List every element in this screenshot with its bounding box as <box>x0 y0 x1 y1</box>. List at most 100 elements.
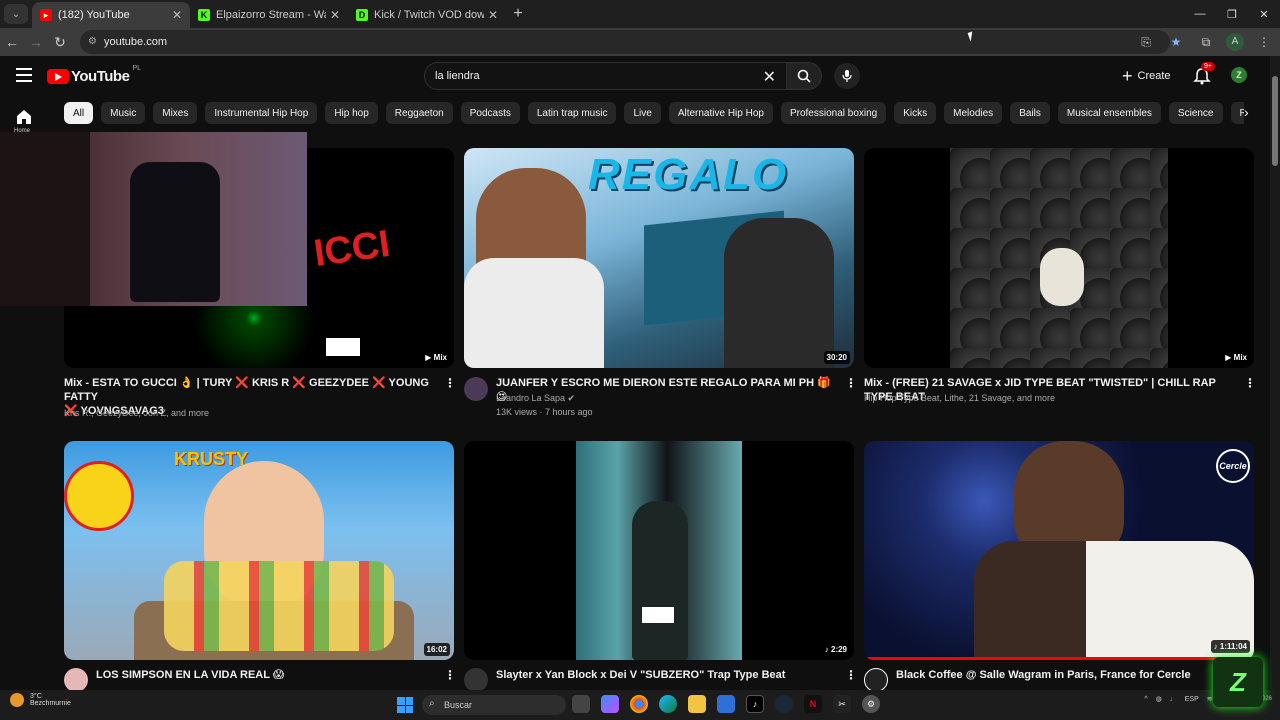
input-language[interactable]: ESP <box>1185 696 1199 703</box>
filter-chip[interactable]: Mixes <box>153 102 198 124</box>
video-title[interactable]: Slayter x Yan Block x Dei V "SUBZERO" Tr… <box>496 668 836 682</box>
account-avatar[interactable]: Z <box>1231 67 1247 83</box>
create-label: Create <box>1137 70 1171 82</box>
more-options-icon[interactable]: ⋮ <box>444 376 456 390</box>
tiktok-icon[interactable]: ♪ <box>746 695 764 713</box>
wifi-icon[interactable]: ≋ <box>1207 695 1213 703</box>
hamburger-menu-icon[interactable] <box>16 68 32 82</box>
back-icon[interactable]: ← <box>0 30 24 54</box>
taskbar-search-field[interactable]: ⌕ Buscar <box>422 695 566 715</box>
filter-chip[interactable]: Alternative Hip Hop <box>668 102 773 124</box>
page-scrollbar[interactable] <box>1270 56 1280 690</box>
voice-search-button[interactable] <box>834 63 860 89</box>
task-view-icon[interactable] <box>572 695 590 713</box>
gaming-chair-image <box>130 162 220 302</box>
video-thumbnail[interactable]: ▶ Mix <box>864 148 1254 368</box>
video-thumbnail[interactable]: ♪ 2:29 <box>464 441 854 660</box>
tab-search-button[interactable]: ⌄ <box>4 4 28 24</box>
filter-chip[interactable]: Podcasts <box>460 102 520 124</box>
home-icon[interactable] <box>15 108 33 126</box>
capcut-icon[interactable]: ✂ <box>833 695 851 713</box>
channel-avatar[interactable] <box>464 377 488 401</box>
copilot-icon[interactable] <box>601 695 619 713</box>
video-meta: Hip Hop Type Beat, Lithe, 21 Savage, and… <box>864 393 1055 403</box>
filter-chip[interactable]: All <box>64 102 94 124</box>
store-icon[interactable] <box>717 695 735 713</box>
channel-avatar[interactable] <box>464 668 488 692</box>
create-button[interactable]: + Create <box>1122 63 1178 89</box>
tab-title: (182) YouTube <box>58 9 130 21</box>
windows-start-icon[interactable] <box>397 697 413 713</box>
simpsons-family-image <box>164 561 394 651</box>
filter-chip[interactable]: Instrumental Hip Hop <box>205 102 318 124</box>
edge-icon[interactable] <box>659 695 677 713</box>
extensions-icon[interactable]: ⧉ <box>1196 35 1216 50</box>
video-thumbnail[interactable]: Cercle ♪ 1:11:04 <box>864 441 1254 660</box>
steam-icon[interactable] <box>775 695 793 713</box>
parental-advisory-icon <box>326 338 360 356</box>
ride-sign-image <box>64 461 134 531</box>
close-tab-icon[interactable]: ✕ <box>172 8 182 22</box>
filter-chip[interactable]: Hip hop <box>325 102 378 124</box>
close-tab-icon[interactable]: ✕ <box>488 8 498 22</box>
youtube-logo[interactable]: YouTube PL <box>47 65 141 85</box>
filter-chip[interactable]: Live <box>624 102 661 124</box>
filter-chip[interactable]: Kicks <box>894 102 937 124</box>
minimize-icon[interactable]: — <box>1184 0 1216 28</box>
close-window-icon[interactable]: ✕ <box>1248 0 1280 28</box>
settings-icon[interactable]: ⚙ <box>862 695 880 713</box>
channel-name[interactable]: Leandro La Sapa ✔ <box>496 391 575 405</box>
close-tab-icon[interactable]: ✕ <box>330 8 340 22</box>
filter-chip[interactable]: Recently uploaded <box>1230 102 1244 124</box>
url-field[interactable]: ⚙ youtube.com <box>80 30 1170 54</box>
cercle-logo: Cercle <box>1216 449 1250 483</box>
maximize-icon[interactable]: ❐ <box>1216 0 1248 28</box>
weather-desc: Bezchmurnie <box>30 700 71 707</box>
microphone-icon[interactable]: ♩ <box>1170 696 1177 703</box>
chevron-up-icon[interactable]: ^ <box>1144 696 1147 703</box>
filter-chip[interactable]: Bails <box>1010 102 1050 124</box>
more-options-icon[interactable]: ⋮ <box>845 668 857 682</box>
tab-youtube[interactable]: ▸ (182) YouTube ✕ <box>32 2 190 28</box>
search-button[interactable] <box>786 62 822 90</box>
video-thumbnail[interactable]: REGALO 30:20 <box>464 148 854 368</box>
video-title[interactable]: LOS SIMPSON EN LA VIDA REAL 😱 <box>96 668 436 682</box>
filter-chip[interactable]: Musical ensembles <box>1057 102 1161 124</box>
filter-chip[interactable]: Reggaeton <box>385 102 453 124</box>
netflix-icon[interactable]: N <box>804 695 822 713</box>
filter-chip[interactable]: Latin trap music <box>527 102 617 124</box>
clear-search-icon[interactable]: ✕ <box>763 67 776 87</box>
new-tab-button[interactable]: + <box>506 2 530 26</box>
filter-chip[interactable]: Melodies <box>944 102 1003 124</box>
reload-icon[interactable]: ↻ <box>48 30 72 54</box>
browser-menu-icon[interactable]: ⋮ <box>1254 35 1274 49</box>
more-options-icon[interactable]: ⋮ <box>845 376 857 390</box>
profile-avatar[interactable]: A <box>1226 33 1244 51</box>
url-text: youtube.com <box>104 36 167 48</box>
filter-chip[interactable]: Music <box>101 102 146 124</box>
filter-chip[interactable]: Science <box>1168 102 1223 124</box>
chrome-icon[interactable] <box>630 695 648 713</box>
white-sheep-image <box>1040 248 1084 306</box>
channel-avatar[interactable] <box>64 668 88 692</box>
tab-kick-stream[interactable]: K Elpaizorro Stream - Watch Live ✕ <box>190 2 348 28</box>
search-input[interactable]: la liendra ✕ <box>424 62 786 90</box>
browser-tab-bar: ⌄ ▸ (182) YouTube ✕ K Elpaizorro Stream … <box>0 0 1280 28</box>
video-title[interactable]: Black Coffee @ Salle Wagram in Paris, Fr… <box>896 668 1236 682</box>
more-options-icon[interactable]: ⋮ <box>444 668 456 682</box>
logo-text: YouTube <box>71 68 130 85</box>
filter-chip[interactable]: Professional boxing <box>780 102 887 124</box>
bookmark-star-icon[interactable]: ★ <box>1166 35 1186 49</box>
forward-icon[interactable]: → <box>24 30 48 54</box>
weather-widget[interactable]: 3°C Bezchmurnie <box>10 693 71 707</box>
install-app-icon[interactable]: ⎘ <box>1136 35 1156 50</box>
chevron-right-icon[interactable]: › <box>1244 104 1249 120</box>
site-info-icon[interactable]: ⚙ <box>88 36 97 47</box>
more-options-icon[interactable]: ⋮ <box>1244 376 1256 390</box>
network-icon[interactable]: ◍ <box>1156 695 1162 703</box>
scrollbar-thumb[interactable] <box>1272 76 1278 166</box>
tab-vod-downloader[interactable]: D Kick / Twitch VOD downloader ✕ <box>348 2 506 28</box>
file-explorer-icon[interactable] <box>688 695 706 713</box>
video-thumbnail[interactable]: KRUSTY 16:02 <box>64 441 454 660</box>
channel-avatar[interactable] <box>864 668 888 692</box>
